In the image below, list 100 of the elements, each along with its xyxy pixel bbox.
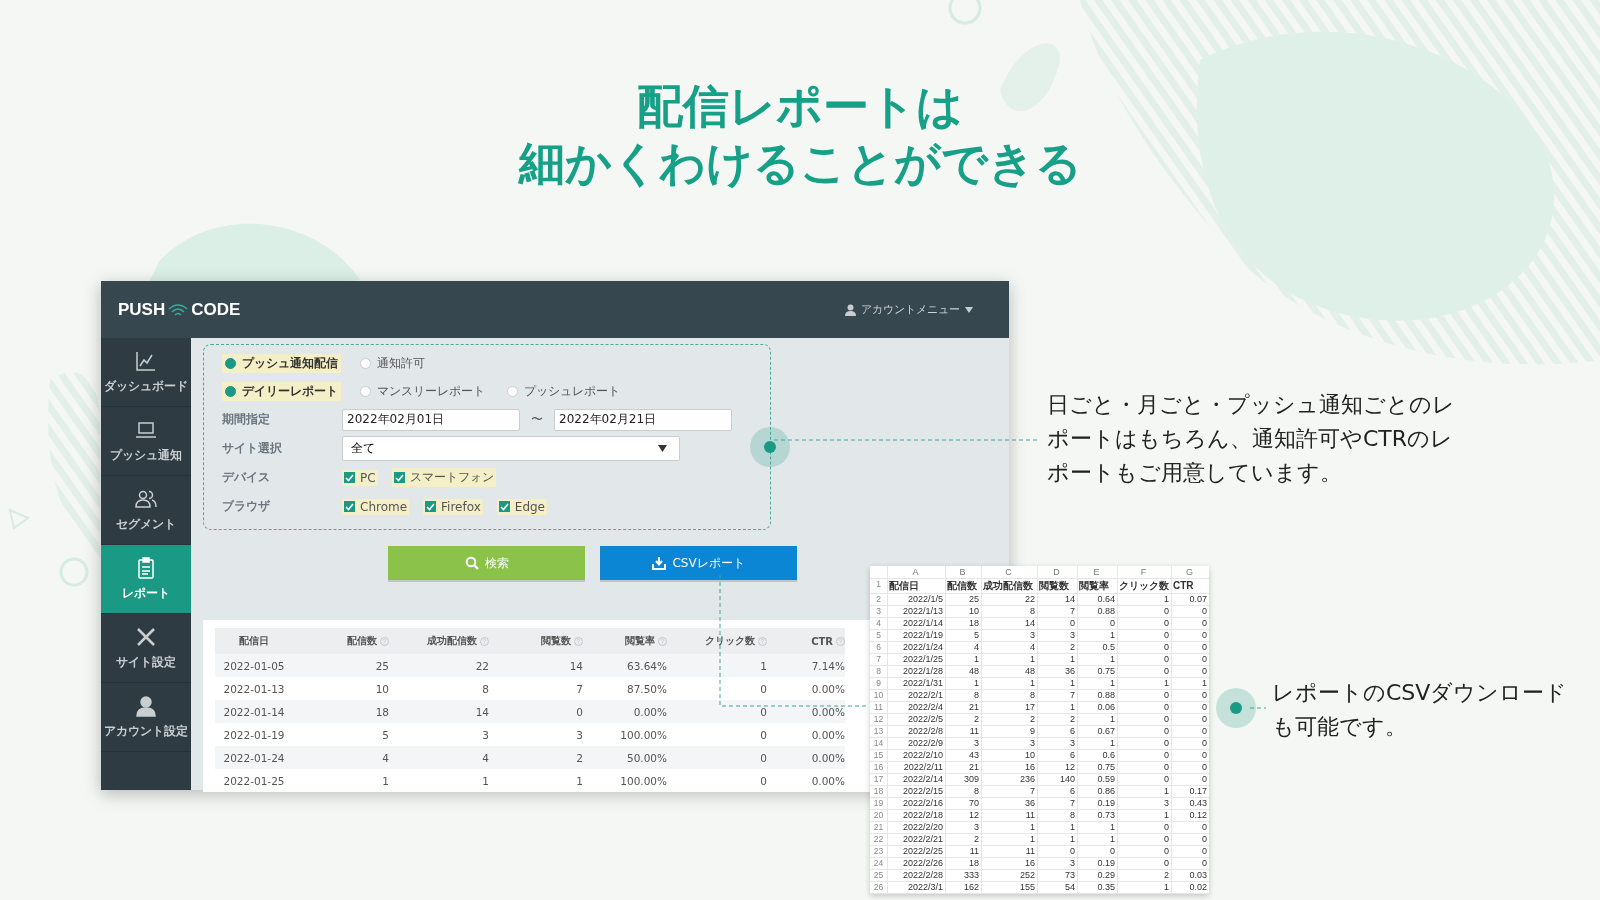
sheet-cell: 0 bbox=[1117, 858, 1171, 869]
checkbox[interactable] bbox=[344, 472, 355, 483]
sheet-cell: 0.64 bbox=[1077, 594, 1117, 605]
checkbox[interactable] bbox=[425, 501, 437, 512]
checkbox[interactable] bbox=[344, 501, 355, 512]
table-cell-text: 0.00% bbox=[810, 681, 845, 697]
account-menu[interactable]: アカウントメニュー bbox=[839, 301, 979, 318]
sheet-cell: 7 bbox=[981, 786, 1037, 797]
sheet-cell: 2 bbox=[1037, 642, 1077, 653]
table-cell: 63.64% bbox=[583, 654, 667, 677]
row-number: 3 bbox=[875, 606, 882, 617]
sheet-cell: 10 bbox=[945, 606, 981, 617]
sheet-cell: 2022/2/28 bbox=[887, 870, 945, 881]
radio-option[interactable]: プッシュ通知配信 bbox=[222, 353, 341, 373]
radio-button[interactable] bbox=[225, 357, 236, 369]
checkbox-option[interactable]: Firefox bbox=[423, 498, 483, 515]
sheet-cell: 2022/2/26 bbox=[887, 858, 945, 869]
radio-button[interactable] bbox=[225, 385, 236, 397]
sheet-cell: 2022/2/25 bbox=[887, 846, 945, 857]
caret-icon bbox=[965, 306, 973, 313]
sheet-cell: 1 bbox=[1117, 594, 1171, 605]
radio-button[interactable] bbox=[507, 385, 518, 397]
sheet-cell: 2 bbox=[945, 834, 981, 845]
sheet-cell: 12 bbox=[1037, 762, 1077, 773]
sheet-cell: 0 bbox=[1117, 774, 1171, 785]
date-field[interactable]: 2022年02月01日 bbox=[342, 408, 520, 431]
checkbox-option[interactable]: スマートフォン bbox=[391, 468, 496, 487]
sheet-cell: 0 bbox=[1117, 618, 1171, 629]
callout-text: 日ごと・月ごと・プッシュ通知ごとのレポートはもちろん、通知許可やCTRのレポートもご用意しています。 bbox=[1047, 391, 1456, 487]
date-field[interactable]: 2022年02月21日 bbox=[554, 408, 732, 431]
radio-option[interactable]: 通知許可 bbox=[357, 353, 428, 373]
sheet-cell: 2022/1/31 bbox=[887, 678, 945, 689]
checkbox-option[interactable]: PC bbox=[342, 469, 378, 486]
radio-option[interactable]: デイリーレポート bbox=[222, 381, 341, 401]
sheet-cell: 162 bbox=[945, 882, 981, 893]
table-cell-text: 0 bbox=[759, 773, 767, 789]
radio-button[interactable] bbox=[360, 385, 371, 397]
sheet-cell: 1 bbox=[1117, 810, 1171, 821]
sidebar-item[interactable]: サイト設定 bbox=[101, 614, 191, 683]
sheet-cell: 1 bbox=[1037, 654, 1077, 665]
sidebar-item[interactable]: レポート bbox=[101, 545, 191, 614]
sheet-cell: 2 bbox=[945, 714, 981, 725]
sheet-cell: 0.59 bbox=[1077, 774, 1117, 785]
column-title: 成功配信数 bbox=[427, 634, 477, 648]
table-cell: 25 bbox=[293, 654, 389, 677]
table-cell: 22 bbox=[389, 654, 489, 677]
sheet-cell: 2022/2/16 bbox=[887, 798, 945, 809]
sheet-cell: 1 bbox=[1077, 714, 1117, 725]
sheet-cell: 16 bbox=[981, 858, 1037, 869]
radio-option[interactable]: マンスリーレポート bbox=[357, 381, 488, 401]
column-title: 配信数 bbox=[347, 634, 377, 648]
sheet-cell: 14 bbox=[981, 618, 1037, 629]
table-cell: 2022-01-14 bbox=[215, 700, 293, 723]
radio-option[interactable]: プッシュレポート bbox=[504, 381, 623, 401]
row-number: 2 bbox=[875, 594, 882, 605]
checkbox[interactable] bbox=[498, 501, 510, 512]
sheet-cell: 0 bbox=[1117, 654, 1171, 665]
table-cell-text: 0 bbox=[759, 727, 767, 743]
sheet-cell: 2022/2/21 bbox=[887, 834, 945, 845]
field-label: 期間指定 bbox=[222, 411, 271, 428]
table-cell-text: 0.00% bbox=[810, 727, 845, 743]
checkbox[interactable] bbox=[393, 472, 405, 483]
column-letter: D bbox=[1037, 566, 1077, 578]
row-number: 6 bbox=[875, 642, 882, 653]
column-letter: B bbox=[945, 566, 981, 578]
sidebar-item[interactable]: ダッシュボード bbox=[101, 338, 191, 407]
column-title: CTR bbox=[811, 635, 833, 647]
sheet-cell: 1 bbox=[1077, 834, 1117, 845]
checkbox-option[interactable]: Edge bbox=[496, 498, 547, 515]
page-heading: 細かくわけることができる bbox=[518, 135, 1082, 192]
sheet-cell: 140 bbox=[1037, 774, 1077, 785]
checkbox-option[interactable]: Chrome bbox=[342, 498, 410, 515]
user-icon bbox=[845, 303, 856, 316]
table-cell: 4 bbox=[389, 746, 489, 769]
sheet-cell: 2022/2/14 bbox=[887, 774, 945, 785]
csv-report-button[interactable]: CSVレポート bbox=[600, 546, 797, 580]
sheet-cell: 0.67 bbox=[1077, 726, 1117, 737]
site-select[interactable]: 全て bbox=[342, 436, 680, 461]
sheet-cell: 11 bbox=[981, 810, 1037, 821]
sheet-cell: 11 bbox=[981, 846, 1037, 857]
table-cell-text: 10 bbox=[374, 681, 389, 697]
sheet-cell: 333 bbox=[945, 870, 981, 881]
sheet-cell: 0.6 bbox=[1077, 750, 1117, 761]
sidebar-item[interactable]: プッシュ通知 bbox=[101, 407, 191, 476]
sheet-cell: 21 bbox=[945, 762, 981, 773]
sheet-cell: 0 bbox=[1171, 654, 1209, 665]
sheet-cell: 0.43 bbox=[1171, 798, 1209, 809]
row-number: 23 bbox=[872, 846, 885, 857]
sheet-cell: 2022/1/14 bbox=[887, 618, 945, 629]
column-letter: E bbox=[1077, 566, 1117, 578]
row-number: 16 bbox=[872, 762, 885, 773]
radio-button[interactable] bbox=[360, 357, 371, 369]
sheet-cell: 3 bbox=[1037, 858, 1077, 869]
sheet-cell: 8 bbox=[945, 786, 981, 797]
sheet-cell: 5 bbox=[945, 630, 981, 641]
sheet-cell: 1 bbox=[1077, 678, 1117, 689]
table-cell: 18 bbox=[293, 700, 389, 723]
sidebar-item[interactable]: アカウント設定 bbox=[101, 683, 191, 752]
callout-dot bbox=[1216, 688, 1256, 728]
sheet-cell: 1 bbox=[1037, 834, 1077, 845]
